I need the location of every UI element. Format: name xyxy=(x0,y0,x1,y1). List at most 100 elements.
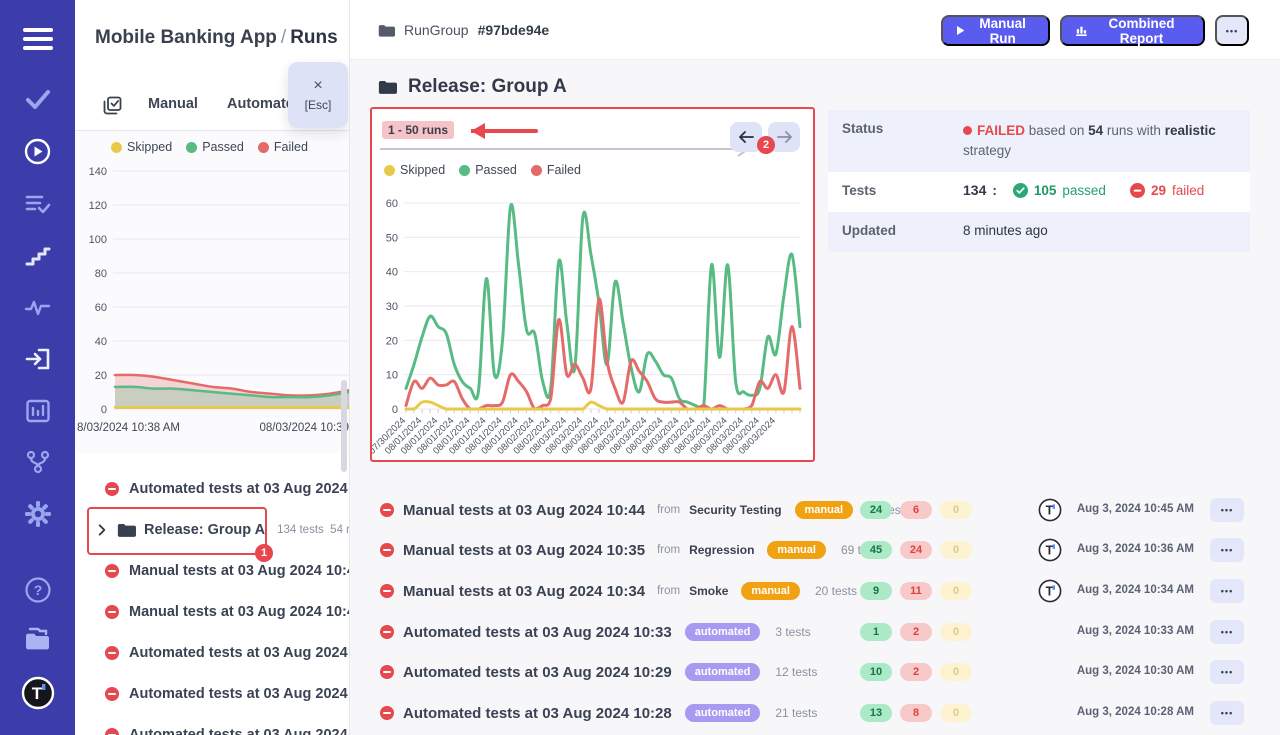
breadcrumb-separator: / xyxy=(277,27,290,48)
app-logo[interactable]: T xyxy=(0,676,75,710)
run-list-item[interactable]: Manual tests at 03 Aug 2024 10:42 xyxy=(75,591,350,632)
legend-skipped: Skipped xyxy=(127,140,172,154)
run-list-item[interactable]: Automated tests at 03 Aug 2024 10 xyxy=(75,632,350,673)
legend-skipped: Skipped xyxy=(400,163,445,177)
row-more-button[interactable]: ••• xyxy=(1210,620,1244,644)
run-group-meta: 134 tests 54 r xyxy=(277,524,350,536)
settings-gear-icon[interactable] xyxy=(0,500,75,528)
status-label: Status xyxy=(842,121,883,136)
activity-pulse-icon[interactable] xyxy=(0,296,75,318)
run-source: Regression xyxy=(689,543,754,557)
close-icon[interactable]: × xyxy=(313,78,322,94)
svg-text:100: 100 xyxy=(89,234,107,246)
result-pills: 9 11 0 xyxy=(860,582,972,600)
steps-icon[interactable] xyxy=(0,245,75,267)
skipped-dot-icon xyxy=(111,142,122,153)
panel-scrollbar[interactable] xyxy=(341,380,347,472)
row-more-button[interactable]: ••• xyxy=(1210,498,1244,522)
passed-dot-icon xyxy=(186,142,197,153)
result-pills: 1 2 0 xyxy=(860,623,972,641)
group-run-list: Manual tests at 03 Aug 2024 10:44 from S… xyxy=(370,490,1250,735)
run-list-item[interactable]: Automated tests at 03 Aug 2024 10 xyxy=(75,673,350,714)
branches-icon[interactable] xyxy=(0,449,75,475)
run-title[interactable]: Automated tests at 03 Aug 2024 10:33 xyxy=(403,624,672,641)
row-more-button[interactable]: ••• xyxy=(1210,579,1244,603)
scroll-direction-arrow xyxy=(380,141,752,157)
failed-status-icon xyxy=(380,625,394,639)
run-row[interactable]: Automated tests at 03 Aug 2024 10:33 aut… xyxy=(370,614,1250,650)
esc-tooltip[interactable]: × [Esc] xyxy=(288,62,348,128)
tests-count: 12 tests xyxy=(775,665,817,679)
more-actions-button[interactable]: ••• xyxy=(1215,15,1249,46)
combined-report-button[interactable]: Combined Report xyxy=(1060,15,1205,46)
svg-text:T: T xyxy=(31,684,42,703)
run-title[interactable]: Manual tests at 03 Aug 2024 10:35 xyxy=(403,542,645,559)
tests-check-icon[interactable] xyxy=(0,88,75,112)
help-icon[interactable]: ? xyxy=(0,576,75,604)
run-title: Automated tests at 03 Aug 2024 10 xyxy=(129,686,350,702)
run-group-title: Release: Group A xyxy=(144,522,265,538)
tests-count: 20 tests xyxy=(815,584,857,598)
result-pills: 10 2 0 xyxy=(860,663,972,681)
runs-play-icon[interactable] xyxy=(0,138,75,165)
run-list-item[interactable]: Manual tests at 03 Aug 2024 10:43 xyxy=(75,550,350,591)
svg-text:40: 40 xyxy=(386,267,398,279)
row-more-button[interactable]: ••• xyxy=(1210,660,1244,684)
run-list-item[interactable]: Automated tests at 03 Aug 2024 10 xyxy=(75,468,350,509)
reports-chart-icon[interactable] xyxy=(0,398,75,424)
manual-run-button[interactable]: Manual Run xyxy=(941,15,1050,46)
run-group-item[interactable]: Release: Group A 134 tests 54 r xyxy=(75,509,350,550)
run-title[interactable]: Automated tests at 03 Aug 2024 10:28 xyxy=(403,705,672,722)
run-title[interactable]: Automated tests at 03 Aug 2024 10:29 xyxy=(403,664,672,681)
failed-status-icon xyxy=(380,543,394,557)
rungroup-breadcrumb: RunGroup #97bde94e xyxy=(378,0,549,60)
sign-in-icon[interactable] xyxy=(0,346,75,372)
run-title: Automated tests at 03 Aug 2024 10 xyxy=(129,645,350,661)
run-title[interactable]: Manual tests at 03 Aug 2024 10:34 xyxy=(403,583,645,600)
row-more-button[interactable]: ••• xyxy=(1210,538,1244,562)
run-row[interactable]: Manual tests at 03 Aug 2024 10:35 from R… xyxy=(370,532,1250,568)
runs-trend-chart: Skipped Passed Failed 020406080100120140… xyxy=(75,131,350,453)
app-window: ? T Mobile Banking App/Runs Manual Autom… xyxy=(0,0,1280,735)
updated-label: Updated xyxy=(842,223,896,238)
run-timestamp: Aug 3, 2024 10:30 AM xyxy=(1024,665,1194,677)
menu-icon[interactable] xyxy=(0,26,75,52)
skipped-dot-icon xyxy=(384,165,395,176)
select-all-icon[interactable] xyxy=(102,95,123,121)
manual-badge: manual xyxy=(741,582,800,600)
run-row[interactable]: Manual tests at 03 Aug 2024 10:34 from S… xyxy=(370,573,1250,609)
legend-failed: Failed xyxy=(274,140,308,154)
rungroup-label: RunGroup xyxy=(404,22,469,38)
projects-folder-icon[interactable] xyxy=(0,626,75,652)
run-row[interactable]: Automated tests at 03 Aug 2024 10:29 aut… xyxy=(370,654,1250,690)
page-title-text: Release: Group A xyxy=(408,76,567,98)
failed-pill: 2 xyxy=(900,663,932,681)
run-title[interactable]: Manual tests at 03 Aug 2024 10:44 xyxy=(403,502,645,519)
passed-pill: 45 xyxy=(860,541,892,559)
arrow-right-icon xyxy=(777,131,792,143)
row-more-button[interactable]: ••• xyxy=(1210,701,1244,725)
skipped-pill: 0 xyxy=(940,501,972,519)
passed-pill: 13 xyxy=(860,704,892,722)
tab-manual[interactable]: Manual xyxy=(148,96,198,112)
svg-text:140: 140 xyxy=(89,166,107,178)
svg-text:60: 60 xyxy=(386,198,398,210)
tests-count: 21 tests xyxy=(775,706,817,720)
chevron-right-icon[interactable] xyxy=(95,523,109,537)
run-row[interactable]: Manual tests at 03 Aug 2024 10:44 from S… xyxy=(370,492,1250,528)
run-row[interactable]: Automated tests at 03 Aug 2024 10:28 aut… xyxy=(370,695,1250,731)
arrow-left-icon xyxy=(739,131,754,143)
report-chart-icon xyxy=(1076,24,1087,37)
manual-badge: manual xyxy=(795,501,854,519)
passed-dot-icon xyxy=(459,165,470,176)
breadcrumb-project[interactable]: Mobile Banking App xyxy=(95,27,277,48)
runs-chart-card: 1 - 50 runs 2 Skipped Passed Failed 0102… xyxy=(370,107,815,462)
failed-pill: 11 xyxy=(900,582,932,600)
svg-text:20: 20 xyxy=(386,335,398,347)
status-row: Status FAILED based on 54 runs with real… xyxy=(828,110,1250,172)
run-list-icon[interactable] xyxy=(0,192,75,216)
run-timestamp: Aug 3, 2024 10:33 AM xyxy=(1024,625,1194,637)
run-list-item[interactable]: Automated tests at 03 Aug 2024 1 xyxy=(75,714,350,735)
failed-status-icon xyxy=(380,584,394,598)
svg-text:30: 30 xyxy=(386,301,398,313)
